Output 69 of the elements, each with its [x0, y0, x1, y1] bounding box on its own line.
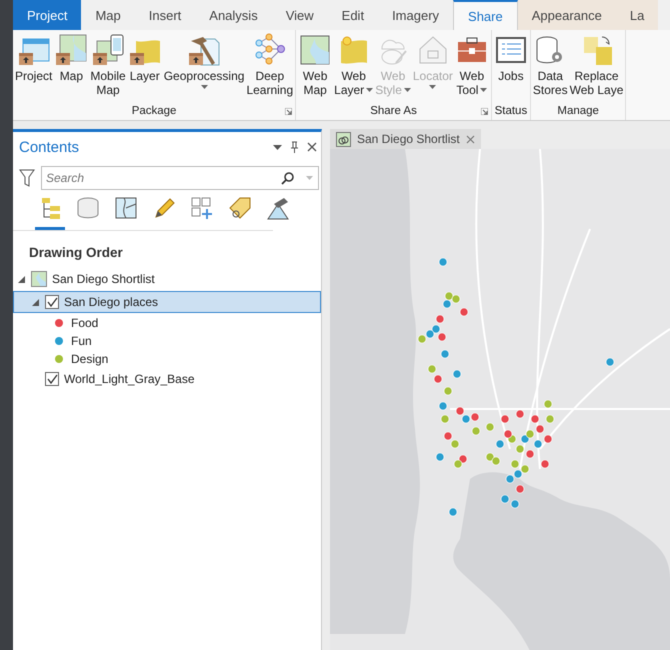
- ribbon-button[interactable]: Geoprocessing: [162, 30, 246, 102]
- options-caret-icon: [273, 144, 282, 150]
- ribbon-button[interactable]: Web Tool: [454, 30, 490, 102]
- ribbon-button[interactable]: Layer: [126, 30, 163, 102]
- pin-icon: [290, 141, 299, 153]
- grid-plus-icon: [190, 196, 214, 220]
- pane-title: Contents: [19, 138, 80, 156]
- section-title: Drawing Order: [28, 244, 124, 262]
- database-icon: [76, 196, 100, 220]
- caret-icon: [200, 85, 208, 89]
- ribbon-tab[interactable]: Appearance: [518, 0, 616, 30]
- caret-icon: [480, 88, 488, 92]
- expanded-arrow-icon[interactable]: [32, 298, 39, 306]
- layer-name: San Diego Shortlist: [52, 272, 155, 286]
- ribbon-tab[interactable]: Insert: [134, 0, 196, 30]
- group-label: Manage: [557, 105, 599, 117]
- legend-label: Food: [71, 316, 98, 330]
- ribbon-button[interactable]: Mobile Map: [89, 30, 127, 102]
- caret-icon: [366, 88, 374, 92]
- expanded-arrow-icon[interactable]: [18, 276, 25, 282]
- ribbon-tab[interactable]: Analysis: [195, 0, 272, 30]
- package-mobile-icon: [91, 33, 126, 67]
- ribbon-button[interactable]: Web Map: [297, 30, 334, 102]
- map-icon: [336, 132, 351, 146]
- ribbon-tab[interactable]: Edit: [328, 0, 378, 30]
- pencil-icon: [152, 196, 176, 220]
- legend-label: Design: [71, 352, 108, 366]
- caret-icon: [306, 176, 313, 180]
- checkbox[interactable]: [45, 372, 59, 386]
- web-map-icon: [298, 33, 332, 67]
- layer-row[interactable]: World_Light_Gray_Base: [13, 368, 321, 390]
- map-sheet-icon: [114, 196, 138, 220]
- dialog-launcher-icon[interactable]: [480, 108, 488, 115]
- ribbon-button[interactable]: Map: [53, 30, 90, 102]
- ribbon-tab[interactable]: Imagery: [378, 0, 454, 30]
- checkbox[interactable]: [45, 295, 59, 309]
- ribbon-button[interactable]: Data Stores: [532, 30, 569, 102]
- ribbon-button[interactable]: Project: [14, 30, 54, 102]
- map-icon: [31, 271, 47, 287]
- legend-label: Fun: [71, 334, 92, 348]
- map-view-tab[interactable]: San Diego Shortlist: [330, 129, 481, 149]
- ribbon-tab[interactable]: Map: [81, 0, 135, 30]
- search-icon: [281, 171, 295, 185]
- group-label: Status: [494, 105, 528, 117]
- search-field[interactable]: Search: [41, 166, 319, 190]
- view-tab[interactable]: [35, 196, 65, 230]
- group-label: Share As: [370, 105, 417, 117]
- satellite-icon: [266, 196, 290, 220]
- ribbon-tab[interactable]: Project: [13, 0, 82, 30]
- neural-network-icon: [252, 33, 287, 67]
- tag-icon: [228, 196, 252, 220]
- caret-icon: [429, 85, 436, 89]
- close-icon: [466, 134, 475, 144]
- ribbon-button[interactable]: Web Layer: [333, 30, 374, 102]
- ribbon-tab[interactable]: Share: [453, 0, 518, 30]
- ribbon-tab[interactable]: View: [272, 0, 328, 30]
- layer-name: World_Light_Gray_Base: [64, 372, 195, 386]
- ribbon-button[interactable]: Deep Learning: [245, 30, 294, 102]
- filter-icon: [19, 169, 35, 187]
- ribbon-button[interactable]: Replace Web Laye: [568, 30, 624, 102]
- group-label: Package: [132, 105, 176, 117]
- ribbon-tab[interactable]: La: [616, 0, 658, 30]
- caret-icon: [404, 88, 411, 92]
- dialog-launcher-icon[interactable]: [285, 108, 292, 115]
- close-icon[interactable]: [307, 142, 317, 152]
- package-map-icon: [54, 33, 88, 67]
- ribbon-button[interactable]: Jobs: [492, 30, 529, 102]
- layer-name: San Diego places: [64, 295, 158, 309]
- layer-row[interactable]: San Diego places: [13, 291, 321, 313]
